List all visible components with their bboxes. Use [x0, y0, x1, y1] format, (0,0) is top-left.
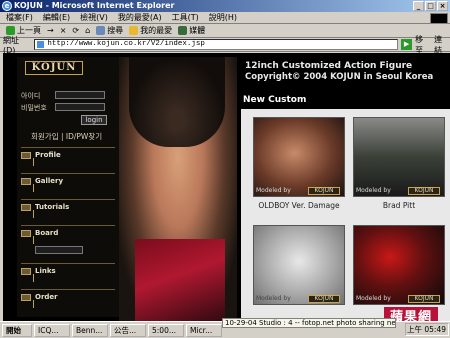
kojun-badge: KOJUN	[408, 295, 440, 303]
banner-line-1: 12inch Customized Action Figure	[245, 61, 413, 71]
start-button[interactable]: 開始	[2, 323, 32, 337]
task-microsoft[interactable]: Micr...	[186, 323, 222, 337]
home-button[interactable]: ⌂	[85, 26, 90, 35]
task-icq[interactable]: ICQ...	[34, 323, 70, 337]
ie-icon: e	[2, 1, 12, 11]
forward-button[interactable]: →	[47, 26, 54, 35]
search-button[interactable]: 搜尋	[96, 25, 123, 36]
go-arrow-icon[interactable]: ▶	[401, 39, 413, 50]
password-input[interactable]	[55, 103, 105, 111]
figure-red-jacket	[135, 239, 225, 321]
address-label: 網址(D)	[3, 35, 19, 55]
task-benn[interactable]: Benn...	[72, 323, 108, 337]
kojun-badge: KOJUN	[308, 187, 340, 195]
favorites-button[interactable]: 我的最愛	[129, 25, 172, 36]
card-caption[interactable]: Brad Pitt	[353, 201, 445, 210]
task-announce[interactable]: 公告...	[110, 323, 146, 337]
menu-favorites[interactable]: 我的最愛(A)	[118, 12, 162, 23]
page-content: KOJUN 아이디 비밀번호 login 회원가입 | ID/PW찾기 Prof…	[3, 53, 450, 321]
nav-item-profile[interactable]: Profile	[21, 147, 115, 169]
address-input[interactable]: http://www.kojun.co.kr/V2/index.jsp	[34, 39, 399, 50]
site-logo[interactable]: KOJUN	[25, 61, 83, 75]
media-icon	[178, 26, 188, 35]
maximize-button[interactable]: □	[425, 1, 436, 11]
nav-bullet-icon	[21, 152, 31, 159]
windows-logo-icon	[430, 13, 448, 24]
hero-figure-photo	[119, 57, 237, 321]
media-button[interactable]: 媒體	[178, 25, 205, 36]
card-oldboy[interactable]: Modeled by KOJUN	[253, 117, 345, 197]
nav-item-links[interactable]: Links	[21, 263, 115, 285]
card-brad-pitt[interactable]: Modeled by KOJUN	[353, 117, 445, 197]
refresh-button[interactable]: ⟳	[72, 26, 79, 35]
window-title-bar: e KOJUN - Microsoft Internet Explorer _ …	[0, 0, 450, 12]
figure-hair	[129, 57, 225, 147]
close-button[interactable]: ×	[437, 1, 448, 11]
nav-item-board[interactable]: Board	[21, 225, 115, 261]
menu-view[interactable]: 檢視(V)	[80, 12, 108, 23]
nav-bullet-icon	[21, 268, 31, 275]
card-bust[interactable]: Modeled by KOJUN	[253, 225, 345, 305]
id-input[interactable]	[55, 91, 105, 99]
menu-tools[interactable]: 工具(T)	[172, 12, 199, 23]
task-clock-app[interactable]: 5:00...	[148, 323, 184, 337]
menu-help[interactable]: 說明(H)	[209, 12, 237, 23]
nav-bullet-icon	[21, 178, 31, 185]
new-custom-panel: Modeled by KOJUN OLDBOY Ver. Damage Mode…	[241, 109, 450, 321]
card-caption[interactable]: OLDBOY Ver. Damage	[253, 201, 345, 210]
page-icon	[37, 41, 45, 48]
id-label: 아이디	[21, 92, 41, 100]
minimize-button[interactable]: _	[413, 1, 424, 11]
window-title: KOJUN - Microsoft Internet Explorer	[14, 1, 175, 10]
nav-item-gallery[interactable]: Gallery	[21, 173, 115, 195]
star-icon	[129, 26, 139, 35]
toolbar: 上一頁 → × ⟳ ⌂ 搜尋 我的最愛 媒體	[0, 24, 450, 38]
nav-bullet-icon	[21, 294, 31, 301]
search-icon	[96, 26, 106, 35]
system-clock: 上午 05:49	[405, 323, 449, 336]
banner-line-2: Copyright© 2004 KOJUN in Seoul Korea	[245, 72, 434, 82]
nav-bullet-icon	[21, 230, 31, 237]
nav-item-order[interactable]: Order	[21, 289, 115, 311]
menu-bar: 檔案(F) 編輯(E) 檢視(V) 我的最愛(A) 工具(T) 說明(H)	[0, 12, 450, 24]
card-darth-maul[interactable]: Modeled by KOJUN	[353, 225, 445, 305]
menu-file[interactable]: 檔案(F)	[6, 12, 33, 23]
kojun-badge: KOJUN	[408, 187, 440, 195]
join-find-links[interactable]: 회원가입 | ID/PW찾기	[31, 131, 102, 142]
site-sidebar: KOJUN 아이디 비밀번호 login 회원가입 | ID/PW찾기 Prof…	[17, 57, 119, 317]
menu-edit[interactable]: 編輯(E)	[43, 12, 70, 23]
nav-bullet-icon	[21, 204, 31, 211]
login-button[interactable]: login	[81, 115, 107, 125]
password-label: 비밀번호	[21, 104, 47, 112]
address-bar: 網址(D) http://www.kojun.co.kr/V2/index.js…	[0, 35, 450, 55]
nav-item-tutorials[interactable]: Tutorials	[21, 199, 115, 221]
kojun-badge: KOJUN	[308, 295, 340, 303]
stop-button[interactable]: ×	[60, 26, 67, 35]
section-title: New Custom	[243, 95, 307, 105]
tooltip-ticker: 10-29-04 Studio : 4 -- fotop.net photo s…	[222, 318, 396, 328]
